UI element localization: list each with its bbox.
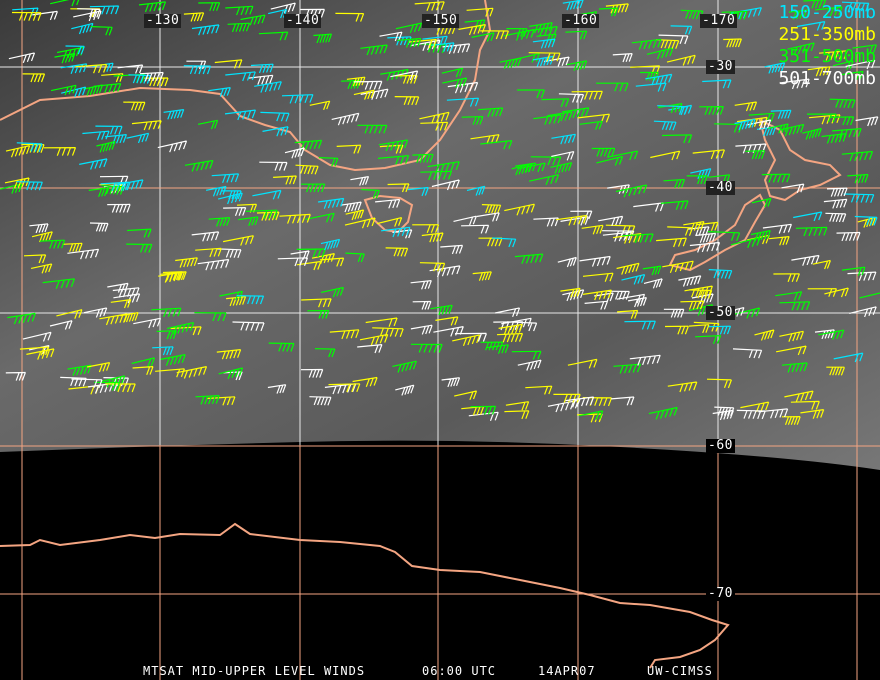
legend-501-700mb: 501-700mb: [778, 68, 876, 89]
footer-caption: MTSAT MID-UPPER LEVEL WINDS 06:00 UTC 14…: [0, 664, 880, 680]
map-canvas: [0, 0, 880, 680]
source-label: UW-CIMSS: [647, 664, 713, 678]
lon-label: -140: [284, 13, 322, 28]
lat-label: -50: [706, 305, 735, 320]
legend-351-500mb: 351-500mb: [778, 46, 876, 67]
legend-150-250mb: 150-250mb: [778, 2, 876, 23]
lon-label: -170: [700, 13, 738, 28]
coastline-antarctica: [0, 522, 730, 669]
lat-label: -60: [706, 438, 735, 453]
lat-label: -30: [706, 59, 735, 74]
legend-251-350mb: 251-350mb: [778, 24, 876, 45]
date-label: 14APR07: [538, 664, 596, 678]
lat-label: -40: [706, 180, 735, 195]
lon-label: -130: [144, 13, 182, 28]
time-label: 06:00 UTC: [422, 664, 497, 678]
lat-label: -70: [706, 586, 735, 601]
satellite-wind-map: -130 -140 -150 -160 -170 -30 -40 -50 -60…: [0, 0, 880, 680]
lon-label: -150: [422, 13, 460, 28]
lon-label: -160: [562, 13, 600, 28]
product-title: MTSAT MID-UPPER LEVEL WINDS: [143, 664, 366, 678]
